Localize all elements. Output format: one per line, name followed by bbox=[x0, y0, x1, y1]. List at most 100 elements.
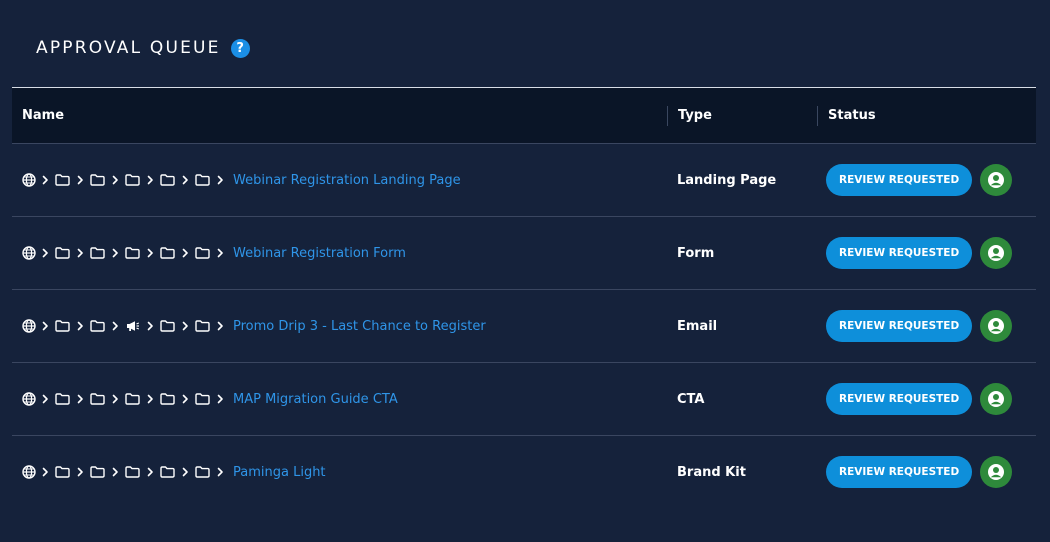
chevron-right-icon bbox=[42, 175, 49, 185]
column-header-name[interactable]: Name bbox=[22, 108, 64, 123]
folder-icon[interactable] bbox=[55, 393, 70, 405]
folder-icon[interactable] bbox=[195, 320, 210, 332]
breadcrumb: Paminga Light bbox=[22, 465, 326, 480]
breadcrumb: Webinar Registration Landing Page bbox=[22, 173, 461, 188]
folder-icon[interactable] bbox=[195, 247, 210, 259]
folder-icon[interactable] bbox=[90, 174, 105, 186]
chevron-right-icon bbox=[77, 394, 84, 404]
table-row: Promo Drip 3 - Last Chance to Register Em… bbox=[12, 289, 1036, 362]
folder-icon[interactable] bbox=[55, 466, 70, 478]
asset-link[interactable]: MAP Migration Guide CTA bbox=[233, 392, 398, 407]
chevron-right-icon bbox=[42, 394, 49, 404]
user-avatar-icon[interactable] bbox=[980, 310, 1013, 342]
asset-link[interactable]: Paminga Light bbox=[233, 465, 326, 480]
folder-icon[interactable] bbox=[90, 466, 105, 478]
asset-type: Landing Page bbox=[677, 172, 777, 188]
asset-type: Email bbox=[677, 318, 718, 334]
folder-icon[interactable] bbox=[125, 393, 140, 405]
chevron-right-icon bbox=[147, 248, 154, 258]
chevron-right-icon bbox=[217, 175, 224, 185]
folder-icon[interactable] bbox=[160, 247, 175, 259]
folder-icon[interactable] bbox=[160, 320, 175, 332]
status-cell: REVIEW REQUESTED bbox=[826, 164, 1013, 196]
folder-icon[interactable] bbox=[55, 320, 70, 332]
folder-icon[interactable] bbox=[160, 393, 175, 405]
table-row: Paminga Light Brand Kit REVIEW REQUESTED bbox=[12, 435, 1036, 508]
status-cell: REVIEW REQUESTED bbox=[826, 310, 1013, 342]
chevron-right-icon bbox=[182, 248, 189, 258]
folder-icon[interactable] bbox=[160, 174, 175, 186]
breadcrumb: MAP Migration Guide CTA bbox=[22, 392, 398, 407]
folder-icon[interactable] bbox=[125, 247, 140, 259]
chevron-right-icon bbox=[182, 175, 189, 185]
chevron-right-icon bbox=[42, 321, 49, 331]
globe-icon[interactable] bbox=[22, 246, 36, 260]
breadcrumb: Promo Drip 3 - Last Chance to Register bbox=[22, 319, 486, 334]
status-cell: REVIEW REQUESTED bbox=[826, 383, 1013, 415]
table-body: Webinar Registration Landing Page Landing… bbox=[12, 143, 1036, 508]
user-avatar-icon[interactable] bbox=[980, 456, 1013, 488]
chevron-right-icon bbox=[112, 248, 119, 258]
asset-type: Form bbox=[677, 245, 715, 261]
folder-icon[interactable] bbox=[125, 174, 140, 186]
user-avatar-icon[interactable] bbox=[980, 164, 1013, 196]
folder-icon[interactable] bbox=[195, 466, 210, 478]
user-avatar-icon[interactable] bbox=[980, 237, 1013, 269]
chevron-right-icon bbox=[42, 248, 49, 258]
asset-type: CTA bbox=[677, 391, 705, 407]
folder-icon[interactable] bbox=[90, 393, 105, 405]
status-badge[interactable]: REVIEW REQUESTED bbox=[826, 310, 973, 342]
globe-icon[interactable] bbox=[22, 392, 36, 406]
status-badge[interactable]: REVIEW REQUESTED bbox=[826, 456, 973, 488]
column-divider bbox=[817, 106, 818, 126]
globe-icon[interactable] bbox=[22, 173, 36, 187]
chevron-right-icon bbox=[77, 467, 84, 477]
status-cell: REVIEW REQUESTED bbox=[826, 456, 1013, 488]
folder-icon[interactable] bbox=[90, 247, 105, 259]
status-badge[interactable]: REVIEW REQUESTED bbox=[826, 164, 973, 196]
folder-icon[interactable] bbox=[55, 247, 70, 259]
column-header-status[interactable]: Status bbox=[828, 108, 876, 123]
asset-link[interactable]: Webinar Registration Landing Page bbox=[233, 173, 461, 188]
asset-link[interactable]: Webinar Registration Form bbox=[233, 246, 406, 261]
folder-icon[interactable] bbox=[195, 393, 210, 405]
status-badge[interactable]: REVIEW REQUESTED bbox=[826, 383, 973, 415]
folder-icon[interactable] bbox=[125, 466, 140, 478]
chevron-right-icon bbox=[217, 467, 224, 477]
globe-icon[interactable] bbox=[22, 465, 36, 479]
chevron-right-icon bbox=[42, 467, 49, 477]
chevron-right-icon bbox=[112, 467, 119, 477]
folder-icon[interactable] bbox=[160, 466, 175, 478]
folder-icon[interactable] bbox=[195, 174, 210, 186]
megaphone-icon[interactable] bbox=[125, 320, 140, 332]
chevron-right-icon bbox=[147, 321, 154, 331]
breadcrumb: Webinar Registration Form bbox=[22, 246, 406, 261]
approval-queue-table: Name Type Status Webinar Registration La… bbox=[12, 87, 1036, 508]
chevron-right-icon bbox=[77, 175, 84, 185]
table-row: MAP Migration Guide CTA CTA REVIEW REQUEST… bbox=[12, 362, 1036, 435]
globe-icon[interactable] bbox=[22, 319, 36, 333]
asset-link[interactable]: Promo Drip 3 - Last Chance to Register bbox=[233, 319, 486, 334]
chevron-right-icon bbox=[182, 321, 189, 331]
chevron-right-icon bbox=[112, 175, 119, 185]
chevron-right-icon bbox=[77, 248, 84, 258]
table-row: Webinar Registration Landing Page Landing… bbox=[12, 143, 1036, 216]
folder-icon[interactable] bbox=[90, 320, 105, 332]
page-title: APPROVAL QUEUE bbox=[36, 38, 221, 58]
chevron-right-icon bbox=[217, 394, 224, 404]
page-header: APPROVAL QUEUE ? bbox=[36, 36, 250, 60]
chevron-right-icon bbox=[182, 467, 189, 477]
column-header-type[interactable]: Type bbox=[678, 108, 712, 123]
chevron-right-icon bbox=[77, 321, 84, 331]
chevron-right-icon bbox=[147, 467, 154, 477]
user-avatar-icon[interactable] bbox=[980, 383, 1013, 415]
chevron-right-icon bbox=[112, 321, 119, 331]
chevron-right-icon bbox=[217, 321, 224, 331]
status-badge[interactable]: REVIEW REQUESTED bbox=[826, 237, 973, 269]
chevron-right-icon bbox=[112, 394, 119, 404]
chevron-right-icon bbox=[147, 394, 154, 404]
table-row: Webinar Registration Form Form REVIEW REQU… bbox=[12, 216, 1036, 289]
folder-icon[interactable] bbox=[55, 174, 70, 186]
help-icon[interactable]: ? bbox=[230, 38, 250, 58]
chevron-right-icon bbox=[182, 394, 189, 404]
